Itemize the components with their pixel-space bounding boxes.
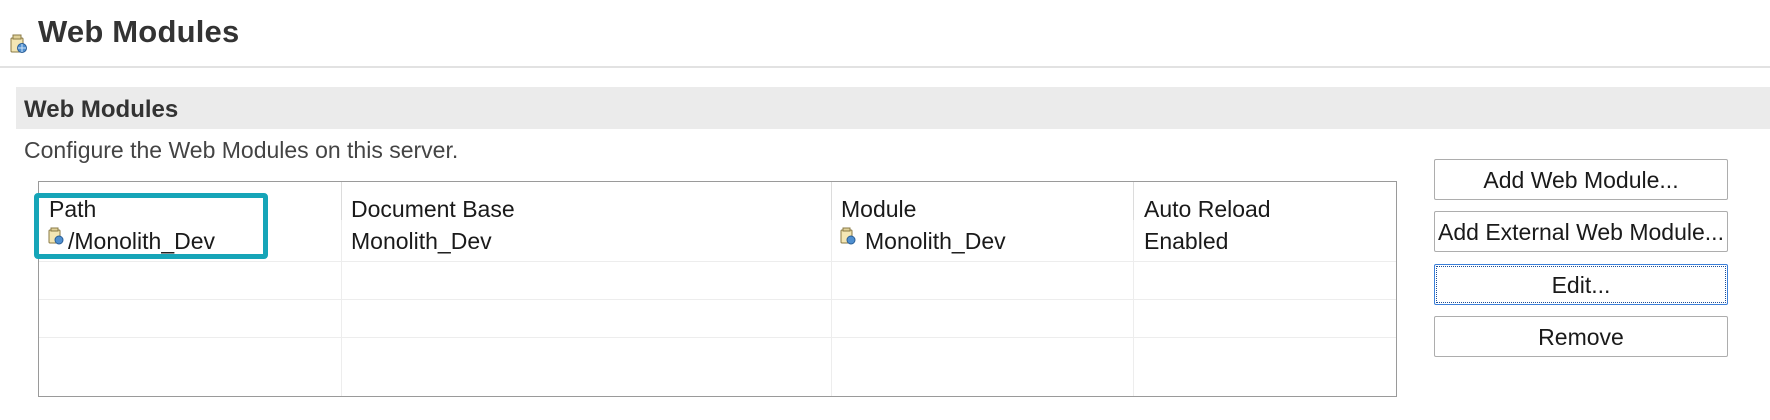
web-modules-section: Web Modules Configure the Web Modules on… (16, 87, 1770, 420)
empty-cell (342, 338, 832, 396)
empty-cell (832, 262, 1134, 299)
empty-cell (832, 300, 1134, 337)
column-header-auto-reload[interactable]: Auto Reload (1134, 182, 1396, 224)
web-module-icon (840, 227, 856, 245)
column-header-label: Auto Reload (1144, 196, 1271, 222)
cell-document-base: Monolith_Dev (342, 220, 832, 261)
web-module-icon (48, 227, 64, 245)
section-header[interactable]: Web Modules (16, 87, 1770, 129)
empty-table-row (39, 300, 1396, 338)
auto-reload-value: Enabled (1144, 228, 1229, 254)
column-header-module[interactable]: Module (832, 182, 1134, 224)
web-module-icon (10, 34, 27, 53)
table-row[interactable]: /Monolith_Dev Monolith_Dev Monolith_Dev … (39, 220, 1396, 262)
empty-cell (342, 262, 832, 299)
column-header-label: Document Base (351, 196, 515, 222)
section-title: Web Modules (24, 96, 179, 123)
column-header-path[interactable]: Path (39, 182, 342, 224)
document-base-value: Monolith_Dev (351, 228, 492, 254)
path-value: /Monolith_Dev (68, 228, 216, 254)
empty-cell (342, 300, 832, 337)
web-modules-table[interactable]: Path Document Base Module Auto Reload /M… (38, 181, 1397, 397)
cell-path: /Monolith_Dev (39, 220, 342, 261)
empty-cell (1134, 300, 1396, 337)
column-header-label: Module (841, 196, 917, 222)
empty-cell (39, 338, 342, 396)
add-external-web-module-button[interactable]: Add External Web Module... (1434, 211, 1728, 252)
table-header-row: Path Document Base Module Auto Reload (39, 182, 1396, 224)
cell-auto-reload: Enabled (1134, 220, 1396, 261)
page-title: Web Modules (38, 14, 240, 49)
column-header-document-base[interactable]: Document Base (342, 182, 832, 224)
empty-table-row (39, 338, 1396, 396)
remove-button[interactable]: Remove (1434, 316, 1728, 357)
edit-button[interactable]: Edit... (1434, 264, 1728, 305)
empty-cell (39, 300, 342, 337)
add-web-module-button[interactable]: Add Web Module... (1434, 159, 1728, 200)
empty-cell (832, 338, 1134, 396)
column-header-label: Path (49, 196, 97, 222)
module-value: Monolith_Dev (865, 228, 1006, 254)
section-description: Configure the Web Modules on this server… (24, 137, 459, 163)
page-header: Web Modules (0, 0, 1770, 68)
cell-module: Monolith_Dev (832, 220, 1134, 261)
empty-cell (39, 262, 342, 299)
empty-cell (1134, 338, 1396, 396)
empty-cell (1134, 262, 1396, 299)
empty-table-row (39, 262, 1396, 300)
